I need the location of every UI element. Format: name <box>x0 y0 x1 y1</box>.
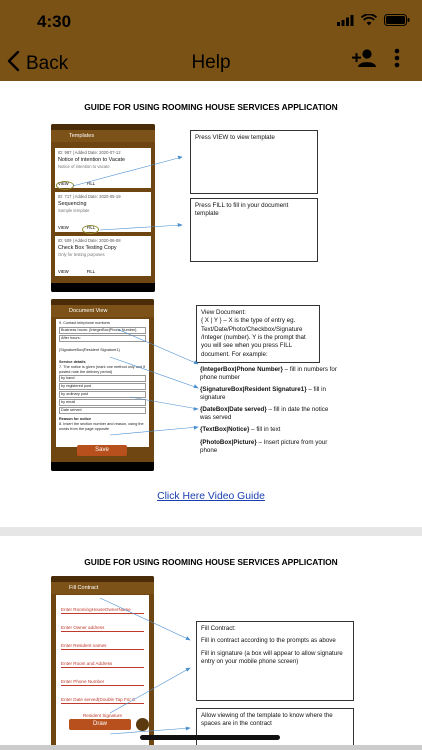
status-time: 4:30 <box>37 12 72 31</box>
nav-actions <box>352 48 400 73</box>
add-person-icon[interactable] <box>352 48 378 73</box>
wifi-icon <box>360 13 378 31</box>
floating-action-button[interactable] <box>136 718 149 731</box>
more-vertical-icon[interactable] <box>394 48 400 73</box>
guide-page-2: GUIDE FOR USING ROOMING HOUSE SERVICES A… <box>0 536 422 750</box>
guide-page-1: GUIDE FOR USING ROOMING HOUSE SERVICES A… <box>0 81 422 527</box>
connector-lines-2 <box>99 597 191 735</box>
navigation-bar: 4:30 Back Help <box>0 0 422 81</box>
home-indicator[interactable] <box>140 735 280 740</box>
connector-lines <box>72 155 199 436</box>
status-icons <box>337 13 410 31</box>
signal-icon <box>337 13 354 31</box>
help-content[interactable]: GUIDE FOR USING ROOMING HOUSE SERVICES A… <box>0 81 422 750</box>
battery-icon <box>384 13 410 31</box>
